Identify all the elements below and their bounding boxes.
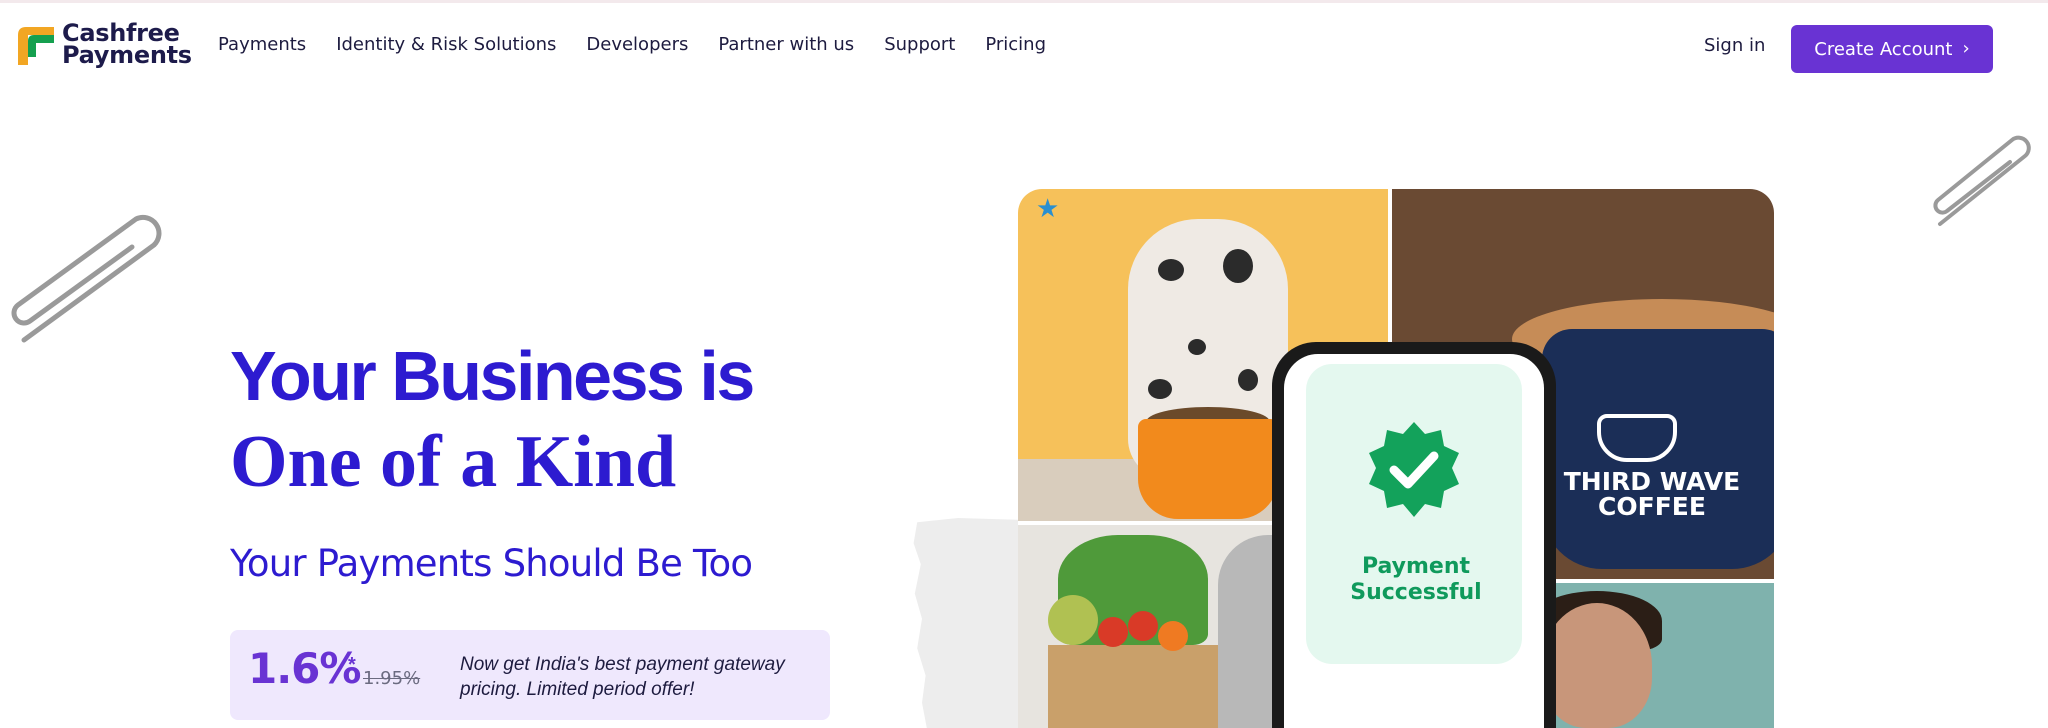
site-header: Cashfree Payments Payments Identity & Ri… — [0, 3, 2048, 89]
tomato — [1098, 617, 1128, 647]
payment-success-text: Payment Successful — [1350, 554, 1482, 605]
check-badge-icon — [1369, 422, 1459, 517]
hero-title-line2: One of a Kind — [230, 421, 677, 503]
dog-spot — [1223, 249, 1253, 283]
pricing-promo-banner: 1.6% * 1.95% Now get India's best paymen… — [230, 630, 830, 720]
dog-spot — [1238, 369, 1258, 391]
brand-name: Cashfree Payments — [62, 21, 192, 69]
nav-pricing[interactable]: Pricing — [985, 34, 1046, 55]
main-nav: Payments Identity & Risk Solutions Devel… — [218, 34, 1076, 55]
paperclip-icon — [1933, 135, 2031, 226]
grapes — [1048, 595, 1098, 645]
phone-screen — [1284, 354, 1544, 728]
promo-rate: 1.6% — [248, 644, 361, 693]
promo-rate-footnote: * — [348, 654, 356, 676]
phone-mockup — [1272, 342, 1556, 728]
star-icon: ★ — [1036, 193, 1060, 223]
dog-bowl — [1138, 419, 1278, 519]
dog-spot — [1188, 339, 1206, 355]
paper-bag — [1048, 645, 1228, 728]
cashfree-logo[interactable]: Cashfree Payments — [16, 21, 192, 67]
nav-developers[interactable]: Developers — [586, 34, 688, 55]
dog-spot — [1158, 259, 1184, 281]
nav-identity-risk[interactable]: Identity & Risk Solutions — [336, 34, 556, 55]
coffee-brand-text: THIRD WAVE COFFEE — [1563, 467, 1741, 521]
nav-partner[interactable]: Partner with us — [718, 34, 854, 55]
paperclip-icon — [11, 214, 162, 343]
create-account-label: Create Account — [1814, 38, 1953, 60]
sign-in-link[interactable]: Sign in — [1704, 35, 1765, 56]
brand-name-line2: Payments — [62, 41, 192, 69]
dog-spot — [1148, 379, 1172, 399]
carrot — [1158, 621, 1188, 651]
hero-title-line1: Your Business is — [230, 337, 755, 415]
nav-payments[interactable]: Payments — [218, 34, 306, 55]
nav-support[interactable]: Support — [884, 34, 955, 55]
promo-old-rate: 1.95% — [363, 668, 421, 689]
promo-text: Now get India's best payment gateway pri… — [460, 654, 785, 700]
hero-subtitle: Your Payments Should Be Too — [230, 542, 753, 585]
coffee-cup-logo — [1597, 414, 1677, 462]
chevron-right-icon: › — [1962, 38, 1970, 59]
woman-face — [1542, 603, 1652, 728]
torn-paper-decoration — [913, 518, 1030, 728]
cashfree-logo-icon — [16, 21, 56, 67]
tomato — [1128, 611, 1158, 641]
create-account-button[interactable]: Create Account › — [1791, 25, 1993, 73]
